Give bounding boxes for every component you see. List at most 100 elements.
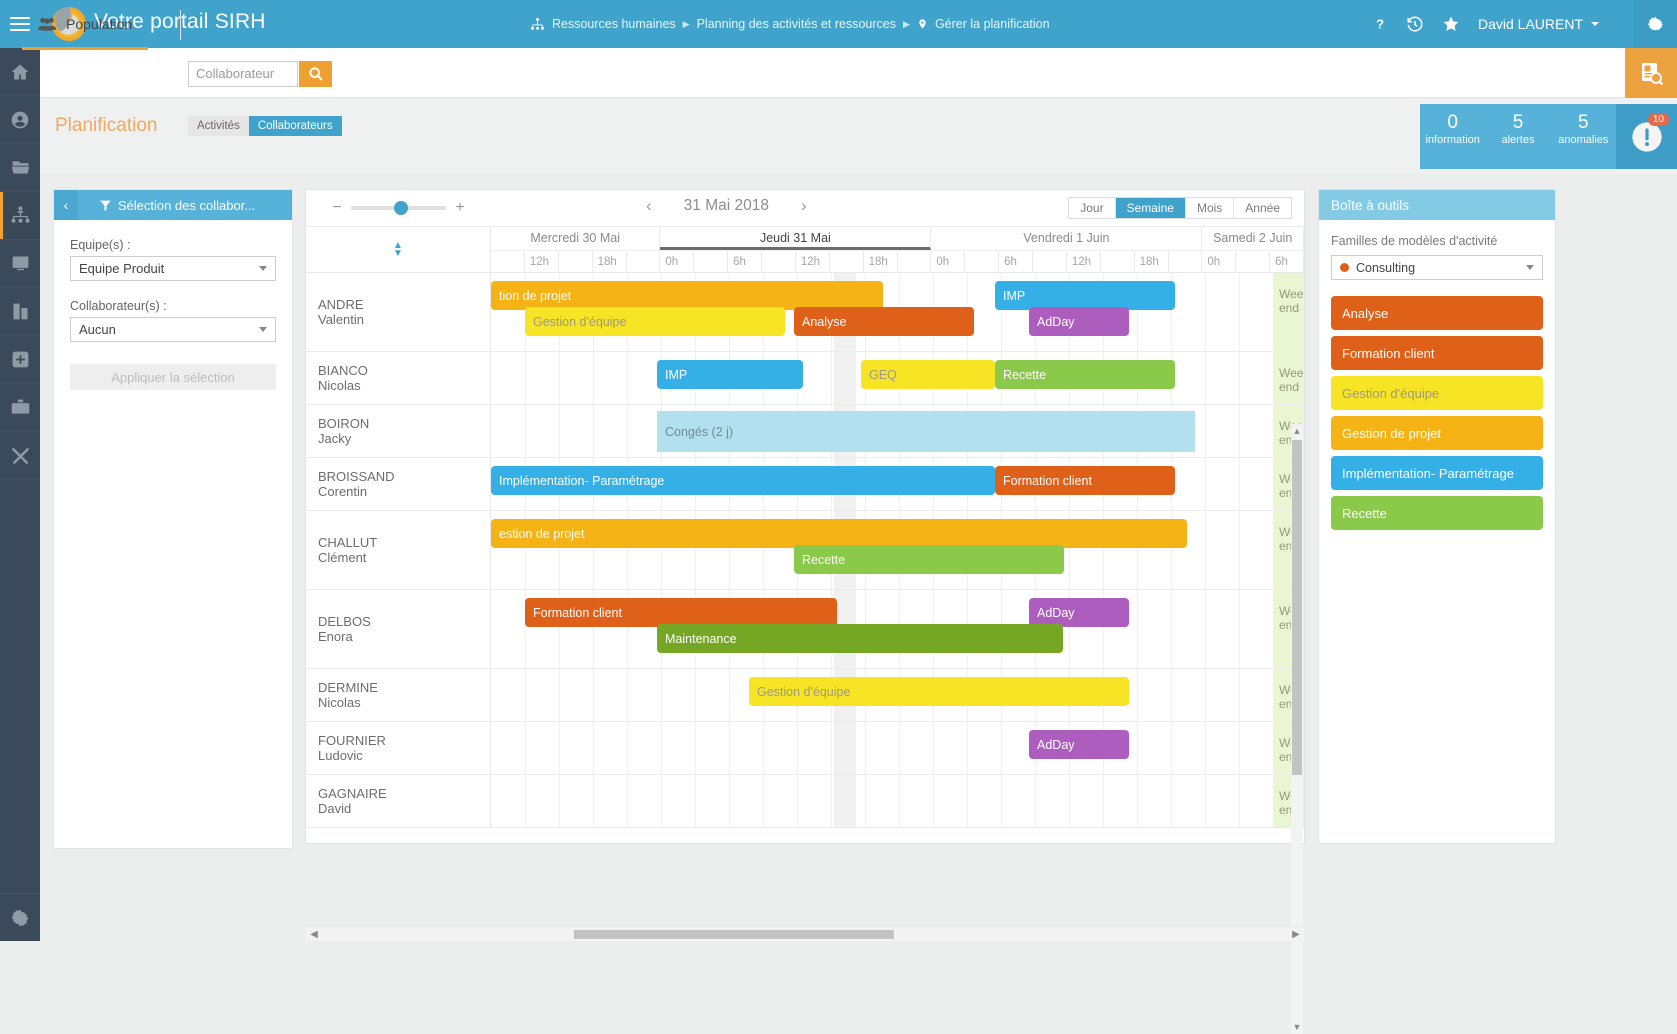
activity-bar[interactable]: Formation client xyxy=(525,598,837,627)
breadcrumb-item-2[interactable]: Planning des activités et ressources xyxy=(697,17,896,31)
gantt-row-lane[interactable]: Week-endGestion d'équipe xyxy=(491,669,1304,721)
activity-bar[interactable]: AdDay xyxy=(1029,307,1129,336)
scroll-right-arrow[interactable]: ▶ xyxy=(1288,927,1304,942)
zoom-slider[interactable] xyxy=(351,206,446,210)
collaborator-name-cell[interactable]: DELBOSEnora xyxy=(306,590,491,668)
gantt-row[interactable]: FOURNIERLudovicWeek-endAdDay xyxy=(306,722,1304,775)
zoom-out-button[interactable]: − xyxy=(331,199,343,217)
activity-bar[interactable]: Maintenance xyxy=(657,624,1063,653)
collaborator-name-cell[interactable]: FOURNIERLudovic xyxy=(306,722,491,774)
activity-bar[interactable]: Recette xyxy=(794,545,1064,574)
collaborator-name-cell[interactable]: DERMINENicolas xyxy=(306,669,491,721)
range-tab-mois[interactable]: Mois xyxy=(1186,198,1234,218)
activity-bar[interactable]: AdDay xyxy=(1029,598,1129,627)
next-period-button[interactable]: › xyxy=(801,196,807,216)
gantt-row-lane[interactable]: Week-endAdDay xyxy=(491,722,1304,774)
history-button[interactable] xyxy=(1406,15,1424,33)
rail-item-profile[interactable] xyxy=(0,96,40,144)
collaborator-name-cell[interactable]: BIANCONicolas xyxy=(306,352,491,404)
rail-item-home[interactable] xyxy=(0,48,40,96)
gantt-row[interactable]: GAGNAIREDavidWeek-end xyxy=(306,775,1304,828)
activity-bar[interactable]: Gestion d'équipe xyxy=(525,307,785,336)
breadcrumb-item-3[interactable]: Gérer la planification xyxy=(935,17,1050,31)
activity-model-item[interactable]: Implémentation- Paramétrage xyxy=(1331,456,1543,490)
kpi-anomalies[interactable]: 5 anomalies xyxy=(1551,104,1616,169)
collaborator-name-cell[interactable]: CHALLUTClément xyxy=(306,511,491,589)
activity-model-item[interactable]: Gestion d'équipe xyxy=(1331,376,1543,410)
activity-bar[interactable]: tion de projet xyxy=(491,281,883,310)
gantt-vertical-scrollbar[interactable]: ▲ ▼ xyxy=(1291,424,1303,1034)
gantt-row[interactable]: DERMINENicolasWeek-endGestion d'équipe xyxy=(306,669,1304,722)
kpi-information[interactable]: 0 information xyxy=(1420,104,1485,169)
activity-bar[interactable]: GEQ xyxy=(861,360,995,389)
collaborator-name-cell[interactable]: BROISSANDCorentin xyxy=(306,458,491,510)
gantt-row-lane[interactable]: Week-endImplémentation- ParamétrageForma… xyxy=(491,458,1304,510)
rail-item-org-chart[interactable] xyxy=(0,192,40,240)
gantt-row[interactable]: BOIRONJackyWeek-endCongés (2 j) xyxy=(306,405,1304,458)
activity-model-item[interactable]: Gestion de projet xyxy=(1331,416,1543,450)
horizontal-scroll-thumb[interactable] xyxy=(574,930,894,939)
employee-lookup-button[interactable] xyxy=(1625,48,1677,98)
collaborator-name-cell[interactable]: BOIRONJacky xyxy=(306,405,491,457)
breadcrumb-item-1[interactable]: Ressources humaines xyxy=(552,17,676,31)
activity-bar[interactable]: Gestion d'équipe xyxy=(749,677,1129,706)
user-menu[interactable]: David LAURENT xyxy=(1478,16,1601,32)
search-input[interactable]: Collaborateur xyxy=(188,61,298,87)
settings-button[interactable] xyxy=(1633,0,1677,48)
gantt-row-lane[interactable]: Week-endtion de projetGestion d'équipeAn… xyxy=(491,273,1304,351)
activity-bar[interactable]: estion de projet xyxy=(491,519,1187,548)
gantt-row[interactable]: BIANCONicolasWeek-endIMPGEQRecette xyxy=(306,352,1304,405)
apply-selection-button[interactable]: Appliquer la sélection xyxy=(70,364,276,390)
range-tab-annee[interactable]: Année xyxy=(1234,198,1291,218)
search-button[interactable] xyxy=(299,61,332,87)
collaborator-name-cell[interactable]: ANDREValentin xyxy=(306,273,491,351)
previous-period-button[interactable]: ‹ xyxy=(646,196,652,216)
gantt-row[interactable]: ANDREValentinWeek-endtion de projetGesti… xyxy=(306,273,1304,352)
scroll-up-arrow[interactable]: ▲ xyxy=(1291,424,1303,438)
range-tab-jour[interactable]: Jour xyxy=(1069,198,1115,218)
range-tab-semaine[interactable]: Semaine xyxy=(1116,198,1186,218)
help-button[interactable]: ? xyxy=(1372,16,1388,32)
mode-activites[interactable]: Activités xyxy=(188,116,249,136)
gantt-row-lane[interactable]: Week-endCongés (2 j) xyxy=(491,405,1304,457)
activity-family-select[interactable]: Consulting xyxy=(1331,255,1543,280)
collaborator-select[interactable]: Aucun xyxy=(70,317,276,342)
scroll-left-arrow[interactable]: ◀ xyxy=(306,927,322,942)
gantt-row[interactable]: CHALLUTClémentWeek-endestion de projetRe… xyxy=(306,511,1304,590)
favorites-button[interactable] xyxy=(1442,15,1460,33)
rail-item-settings[interactable] xyxy=(0,893,40,941)
zoom-in-button[interactable]: + xyxy=(454,199,466,217)
rail-item-add[interactable] xyxy=(0,336,40,384)
collaborator-name-cell[interactable]: GAGNAIREDavid xyxy=(306,775,491,827)
rail-item-folder[interactable] xyxy=(0,144,40,192)
gantt-horizontal-scrollbar[interactable]: ◀ ▶ xyxy=(306,926,1304,941)
activity-model-item[interactable]: Analyse xyxy=(1331,296,1543,330)
activity-bar[interactable]: IMP xyxy=(995,281,1175,310)
activity-model-item[interactable]: Recette xyxy=(1331,496,1543,530)
kpi-alertes[interactable]: 5 alertes xyxy=(1485,104,1550,169)
zoom-slider-handle[interactable] xyxy=(394,201,408,215)
activity-bar[interactable]: Implémentation- Paramétrage xyxy=(491,466,995,495)
leave-bar[interactable]: Congés (2 j) xyxy=(657,411,1195,452)
gantt-row-lane[interactable]: Week-endIMPGEQRecette xyxy=(491,352,1304,404)
activity-model-item[interactable]: Formation client xyxy=(1331,336,1543,370)
mode-collaborateurs[interactable]: Collaborateurs xyxy=(249,116,342,136)
team-select[interactable]: Equipe Produit xyxy=(70,256,276,281)
activity-bar[interactable]: Analyse xyxy=(794,307,974,336)
gantt-row[interactable]: DELBOSEnoraWeek-endFormation clientAdDay… xyxy=(306,590,1304,669)
rail-item-briefcase[interactable] xyxy=(0,384,40,432)
activity-bar[interactable]: AdDay xyxy=(1029,730,1129,759)
alerts-button[interactable]: 10 xyxy=(1616,104,1677,169)
gantt-row-lane[interactable]: Week-endestion de projetRecette xyxy=(491,511,1304,589)
scroll-down-arrow[interactable]: ▼ xyxy=(1291,1020,1303,1034)
gantt-row-lane[interactable]: Week-endFormation clientAdDayMaintenance xyxy=(491,590,1304,668)
rail-item-tools[interactable] xyxy=(0,432,40,480)
rail-item-company[interactable] xyxy=(0,288,40,336)
tab-population[interactable]: Population xyxy=(22,0,148,50)
rail-item-training[interactable] xyxy=(0,240,40,288)
vertical-scroll-thumb[interactable] xyxy=(1292,440,1302,775)
collapse-panel-button[interactable]: ‹ xyxy=(54,190,78,220)
sort-column-header[interactable]: ▲▼ xyxy=(306,227,491,272)
activity-bar[interactable]: Formation client xyxy=(995,466,1175,495)
gantt-row[interactable]: BROISSANDCorentinWeek-endImplémentation-… xyxy=(306,458,1304,511)
